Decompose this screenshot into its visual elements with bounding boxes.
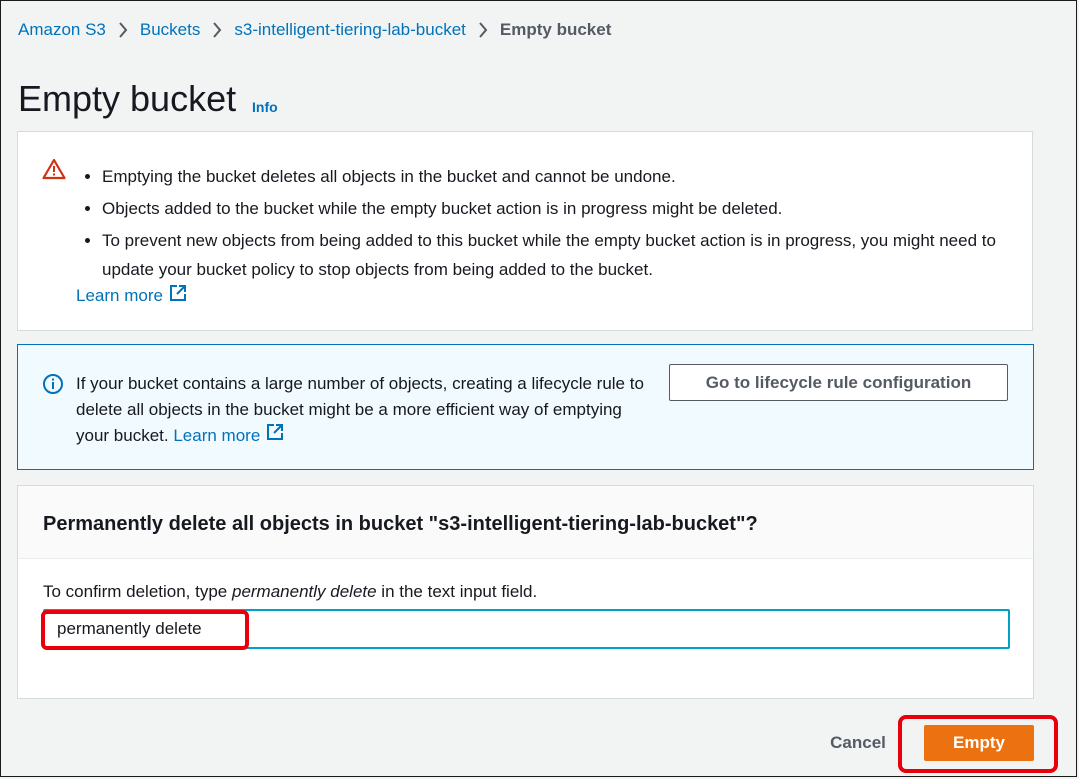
chevron-right-icon [212,22,222,38]
confirm-panel: Permanently delete all objects in bucket… [17,485,1034,699]
empty-button[interactable]: Empty [924,725,1034,761]
external-link-icon [266,423,284,449]
warning-list: Emptying the bucket deletes all objects … [78,162,1032,287]
info-alert: If your bucket contains a large number o… [17,344,1034,470]
confirm-header: Permanently delete all objects in bucket… [18,486,1033,559]
lifecycle-rule-button[interactable]: Go to lifecycle rule configuration [669,364,1008,401]
breadcrumb-bucket-name[interactable]: s3-intelligent-tiering-lab-bucket [234,20,466,40]
instruction-emphasis: permanently delete [231,582,377,601]
page-frame: Amazon S3 Buckets s3-intelligent-tiering… [0,0,1077,777]
confirm-instruction: To confirm deletion, type permanently de… [43,582,537,602]
instruction-prefix: To confirm deletion, type [43,582,232,601]
info-alert-text: If your bucket contains a large number o… [76,371,646,449]
breadcrumb-buckets[interactable]: Buckets [140,20,200,40]
chevron-right-icon [118,22,128,38]
cancel-button[interactable]: Cancel [813,728,903,758]
breadcrumb-current: Empty bucket [499,20,612,39]
learn-more-label: Learn more [173,426,261,445]
warning-item: To prevent new objects from being added … [102,226,1032,284]
info-icon [42,373,64,395]
warning-learn-more-link[interactable]: Learn more [76,284,187,307]
confirm-text-input[interactable] [43,609,1010,649]
warning-panel: Emptying the bucket deletes all objects … [17,131,1033,331]
page-title: Empty bucket [18,78,237,119]
learn-more-label: Learn more [76,285,163,305]
chevron-right-icon [478,22,488,38]
external-link-icon [169,284,187,307]
info-link[interactable]: Info [252,99,278,115]
warning-item: Emptying the bucket deletes all objects … [102,162,1032,191]
confirm-title: Permanently delete all objects in bucket… [43,513,758,535]
info-learn-more-link[interactable]: Learn more [173,423,284,449]
breadcrumb: Amazon S3 Buckets s3-intelligent-tiering… [18,19,611,41]
warning-item: Objects added to the bucket while the em… [102,194,1032,223]
breadcrumb-amazon-s3[interactable]: Amazon S3 [18,20,106,40]
info-alert-message: If your bucket contains a large number o… [76,374,644,445]
instruction-suffix: in the text input field. [376,582,538,601]
warning-icon [42,158,66,180]
